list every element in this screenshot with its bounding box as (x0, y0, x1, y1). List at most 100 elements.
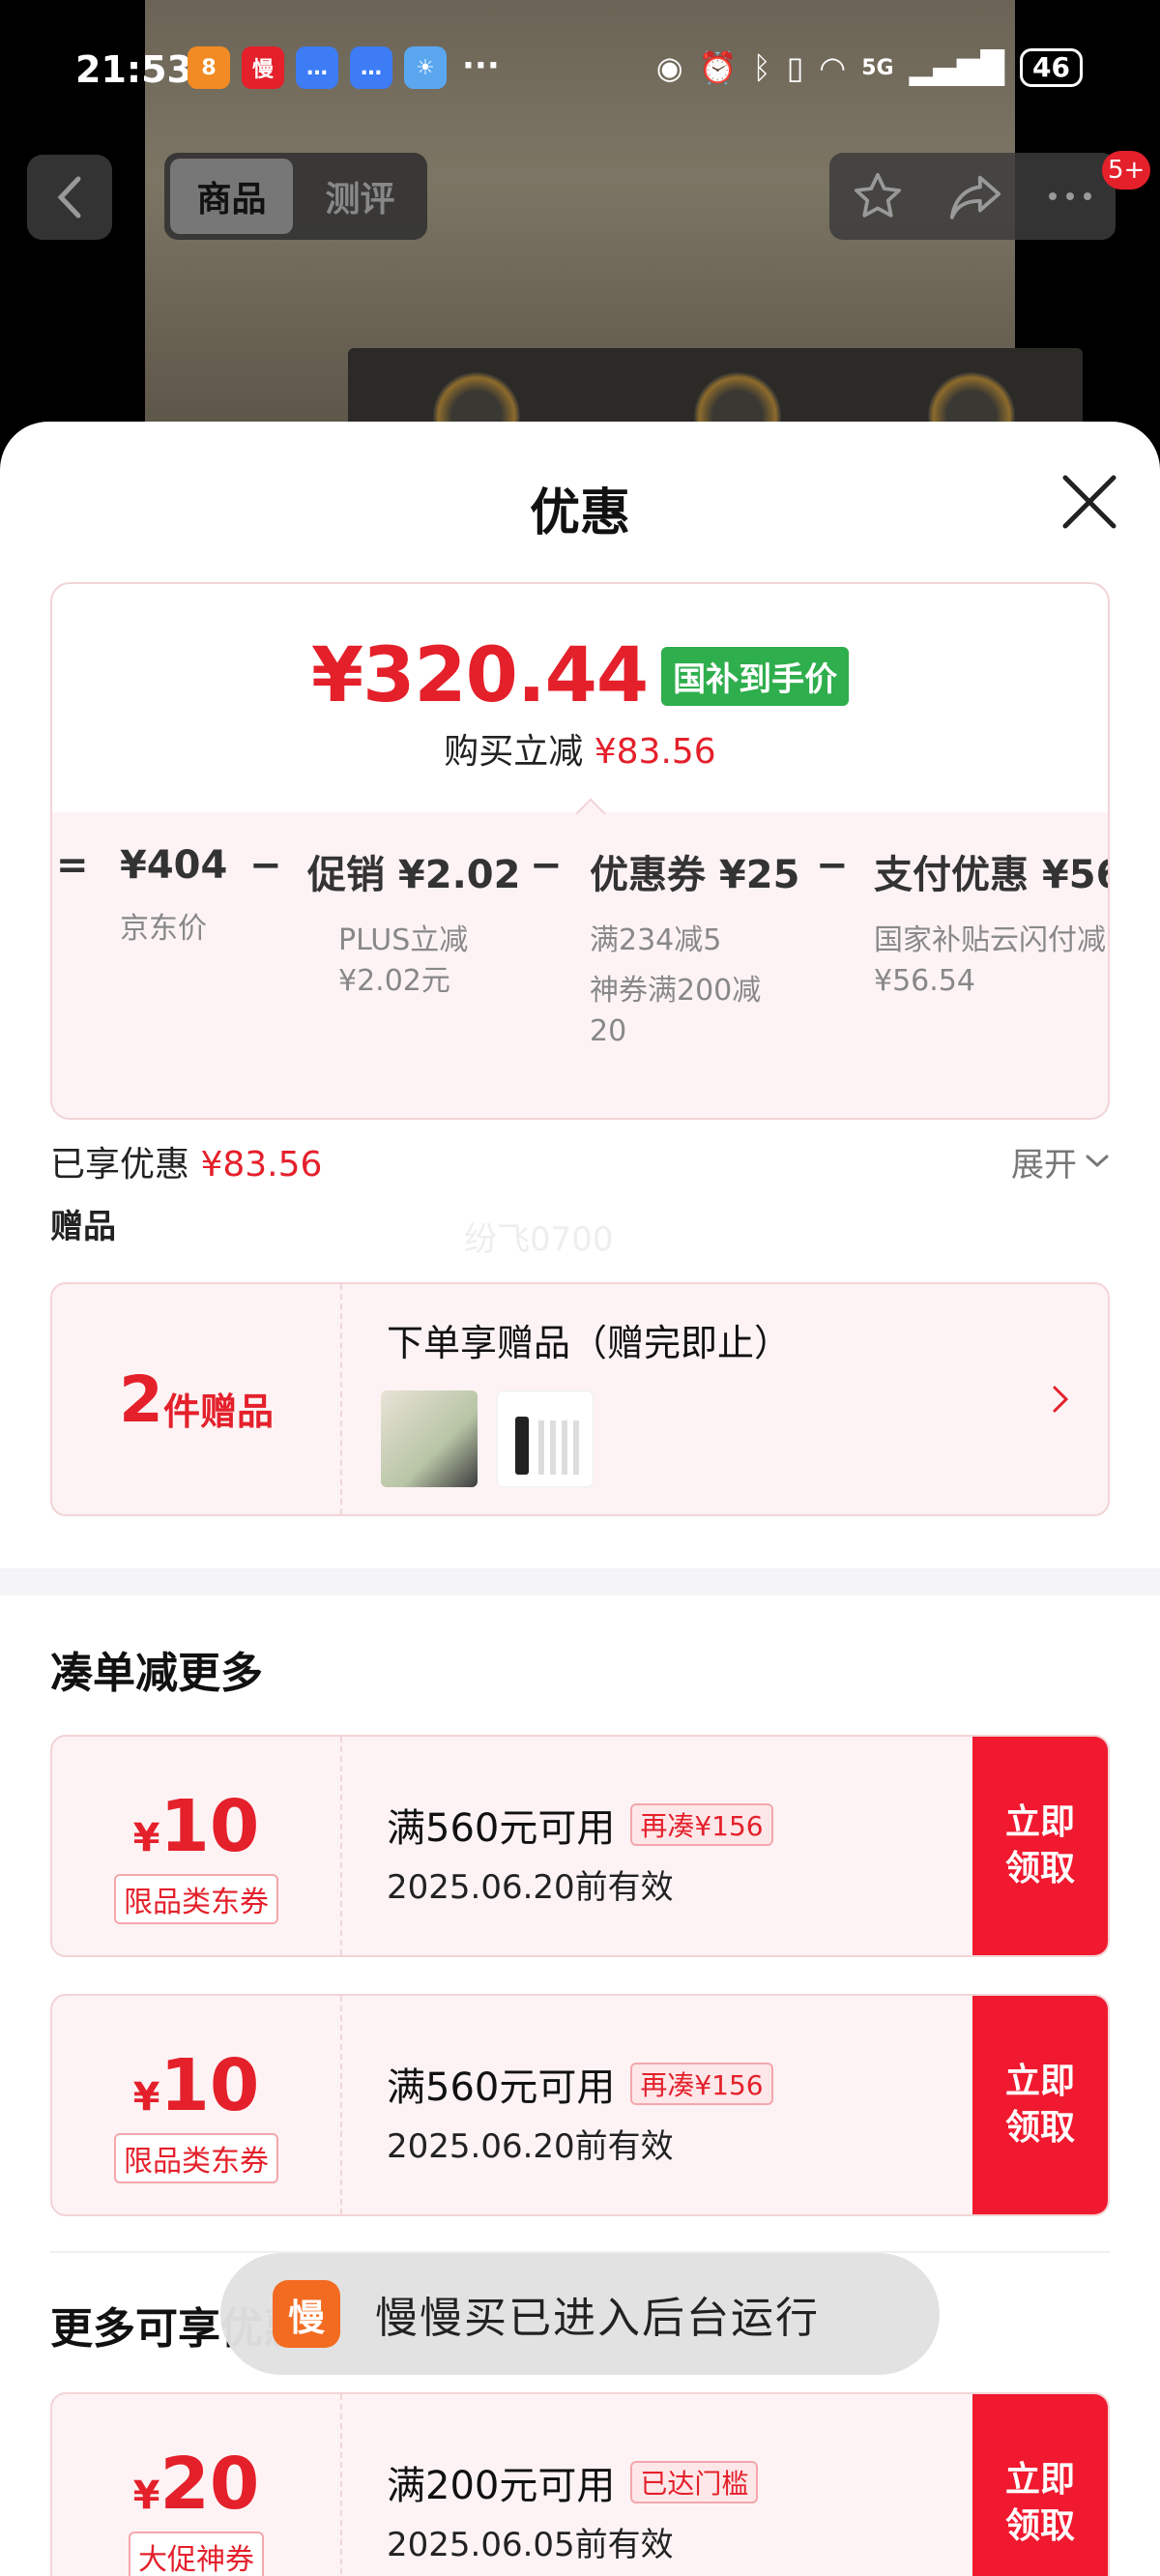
gift-count-unit: 件赠品 (162, 1390, 274, 1433)
share-icon[interactable] (947, 170, 1003, 222)
breakdown-op: = (56, 843, 89, 888)
breakdown-op: − (530, 843, 563, 888)
enjoyed-label: 已享优惠 (50, 1145, 190, 1185)
coupon-type: 大促神券 (129, 2532, 264, 2576)
network-label: 5G (861, 55, 894, 80)
coupon-tag: 再凑¥156 (630, 1803, 773, 1846)
coupon-type: 限品类东券 (114, 1874, 278, 1924)
manmanmai-app-icon: 慢 (273, 2280, 340, 2348)
gift-card[interactable]: 2 件赠品 下单享赠品（赠完即止） (50, 1282, 1110, 1516)
final-price: ¥320.44 (310, 632, 649, 719)
breakdown-head: 促销 ¥2.02 (307, 853, 521, 897)
back-button[interactable] (27, 155, 112, 240)
message-icon: … (350, 46, 392, 89)
gift-count: 2 件赠品 (52, 1284, 342, 1514)
more-icon[interactable] (1046, 187, 1094, 206)
breakdown-coupon: 优惠券 ¥25 满234减5 神券满200减 20 (590, 843, 799, 1052)
status-time: 21:53 (75, 48, 192, 91)
breakdown-promotion: 促销 ¥2.02 PLUS立减 ¥2.02元 (307, 843, 520, 1002)
coupon-amount: 10 (160, 1785, 260, 1868)
eye-icon: ◉ (655, 49, 683, 86)
gift-thumbnail (497, 1390, 594, 1487)
page-tabs: 商品 测评 (164, 153, 427, 240)
background-run-toast: 慢 慢慢买已进入后台运行 (220, 2253, 940, 2375)
action-group (829, 153, 1116, 240)
expand-label: 展开 (1011, 1145, 1077, 1185)
coupon-amount: 10 (160, 2044, 260, 2127)
section-divider (0, 1568, 1160, 1595)
signal-icon: ▂▄▆█ (909, 49, 1005, 86)
coupon-currency: ¥ (132, 2075, 160, 2120)
price-row: ¥320.44 国补到手价 (52, 632, 1108, 719)
gift-count-number: 2 (119, 1361, 163, 1437)
tab-review[interactable]: 测评 (299, 159, 421, 234)
breakdown-sub: 神券满200减 (590, 974, 762, 1008)
claim-coupon-button[interactable]: 立即领取 (972, 1996, 1108, 2214)
notification-badge: 5+ (1102, 151, 1151, 190)
breakdown-head: ¥404 (120, 843, 228, 888)
alarm-icon: ⏰ (698, 49, 738, 86)
coupon-date: 2025.06.20前有效 (387, 2127, 674, 2166)
coupon-value: ¥10 限品类东券 (52, 1737, 342, 1955)
breakdown-sub: PLUS立减 (338, 923, 469, 957)
chevron-left-icon (57, 176, 81, 219)
coupon-value: ¥20 大促神券 (52, 2394, 342, 2576)
expand-button[interactable]: 展开 (1011, 1138, 1110, 1186)
gift-title: 下单享赠品（赠完即止） (387, 1322, 792, 1364)
message-icon: … (296, 46, 338, 89)
price-card: ¥320.44 国补到手价 购买立减 ¥83.56 = ¥404 京东价 − 促… (50, 582, 1110, 1120)
battery-icon: 46 (1020, 48, 1083, 87)
coupon-amount: 20 (160, 2443, 260, 2526)
price-tag: 国补到手价 (661, 646, 850, 706)
status-icons: ◉ ⏰ ᛒ ▯ ◠ 5G ▂▄▆█ 46 (656, 48, 1083, 87)
reduce-label: 购买立减 (444, 732, 584, 772)
reduce-value: ¥83.56 (594, 732, 716, 772)
price-breakdown: = ¥404 京东价 − 促销 ¥2.02 PLUS立减 ¥2.02元 − 优惠… (52, 812, 1108, 1118)
breakdown-sub: 满234减5 (590, 923, 722, 957)
breakdown-sub: 国家补贴云闪付减 (874, 923, 1106, 957)
enjoyed-row: 已享优惠 ¥83.56 展开 (50, 1118, 1110, 1205)
chevron-right-icon (1053, 1386, 1069, 1413)
chevron-down-icon (1086, 1155, 1109, 1168)
coupon-currency: ¥ (132, 1816, 160, 1860)
breakdown-op: − (249, 843, 282, 888)
gift-thumbnail-item (515, 1417, 529, 1475)
sheet-title: 优惠 (529, 484, 630, 542)
claim-coupon-button[interactable]: 立即领取 (972, 2394, 1108, 2576)
breakdown-sub: ¥2.02元 (338, 964, 450, 998)
coupon-currency: ¥ (132, 2474, 160, 2518)
toast-text: 慢慢买已进入后台运行 (375, 2294, 820, 2343)
tab-product[interactable]: 商品 (170, 159, 293, 234)
close-icon[interactable] (1058, 470, 1121, 534)
reduce-row: 购买立减 ¥83.56 (52, 723, 1108, 774)
coupon-tag: 再凑¥156 (630, 2063, 773, 2105)
breakdown-sub: 京东价 (120, 912, 207, 946)
breakdown-payment: 支付优惠 ¥56 国家补贴云闪付减 ¥56.54 (874, 843, 1110, 1002)
claim-coupon-button[interactable]: 立即领取 (972, 1737, 1108, 1955)
gift-thumbnail (381, 1390, 478, 1487)
bluetooth-icon: ᛒ (752, 49, 771, 86)
weather-icon: ☀ (404, 46, 447, 89)
coupon-tag: 已达门槛 (630, 2461, 759, 2503)
gift-label: 赠品 (50, 1208, 116, 1246)
star-icon[interactable] (851, 169, 905, 223)
coupon-card: ¥10 限品类东券 满560元可用 再凑¥156 2025.06.20前有效 立… (50, 1735, 1110, 1957)
coupon-value: ¥10 限品类东券 (52, 1996, 342, 2214)
breakdown-sub: ¥56.54 (874, 964, 975, 998)
status-bar: 21:53 8 慢 … … ☀ ··· ◉ ⏰ ᛒ ▯ ◠ 5G ▂▄▆█ 46 (0, 0, 1160, 145)
breakdown-op: − (816, 843, 849, 888)
wifi-icon: ◠ (819, 49, 847, 86)
watermark: 纷飞0700 (464, 1220, 614, 1259)
breakdown-head: 支付优惠 ¥56 (874, 853, 1110, 897)
breakdown-jd-price: ¥404 京东价 (120, 843, 227, 950)
coupon-card: ¥10 限品类东券 满560元可用 再凑¥156 2025.06.20前有效 立… (50, 1994, 1110, 2216)
vibrate-icon: ▯ (786, 49, 804, 86)
enjoyed-value: ¥83.56 (200, 1145, 323, 1185)
coupon-date: 2025.06.20前有效 (387, 1868, 674, 1907)
app-manmanmai-icon: 慢 (242, 46, 284, 89)
coupon-condition: 满560元可用 (387, 1806, 616, 1851)
section-title-more-discount: 凑单减更多 (50, 1649, 263, 1698)
status-more: ··· (462, 46, 500, 85)
coupon-condition: 满560元可用 (387, 2065, 616, 2110)
gift-thumbnail-item (538, 1420, 581, 1475)
